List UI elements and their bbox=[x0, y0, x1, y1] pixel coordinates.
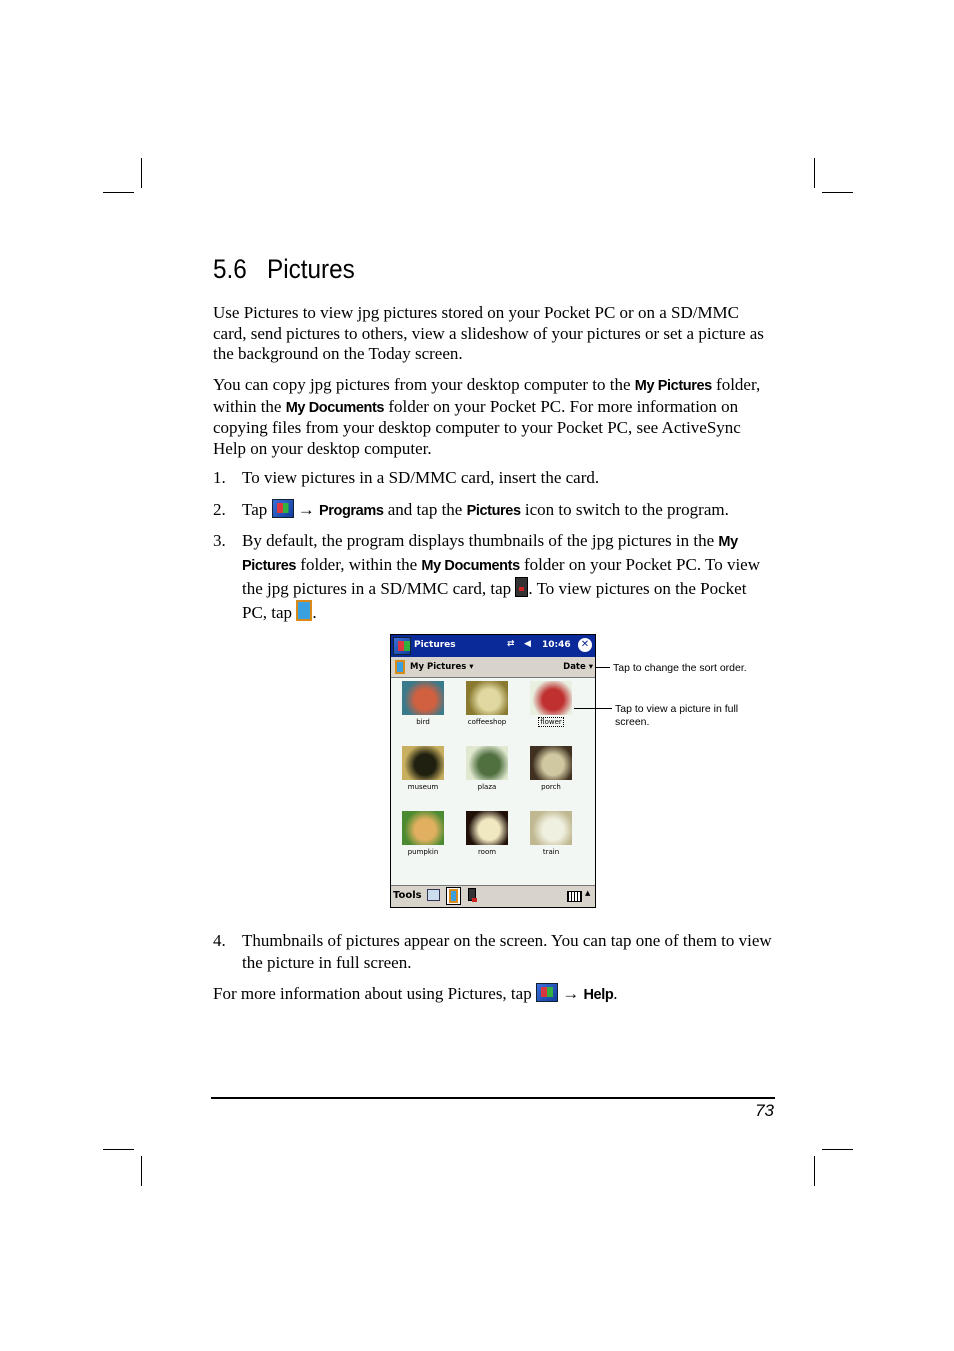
callout-line bbox=[596, 667, 610, 668]
callout-sort: Tap to change the sort order. bbox=[613, 662, 747, 674]
thumbnail-label[interactable]: porch bbox=[519, 783, 583, 791]
thumbnail-museum[interactable] bbox=[402, 746, 444, 780]
help-paragraph: For more information about using Picture… bbox=[213, 983, 618, 1003]
pocket-pc-view-button[interactable] bbox=[446, 887, 461, 905]
folder-bar: My Pictures ▾ Date ▾ bbox=[391, 657, 595, 678]
thumbnail-porch[interactable] bbox=[530, 746, 572, 780]
callout-line bbox=[574, 708, 612, 709]
thumbnail-label[interactable]: train bbox=[519, 848, 583, 856]
footer-rule bbox=[211, 1097, 775, 1099]
thumbnail-label[interactable]: museum bbox=[391, 783, 455, 791]
crop-mark bbox=[814, 1156, 815, 1186]
thumbnail-label[interactable]: coffeeshop bbox=[455, 718, 519, 726]
sort-dropdown[interactable]: Date ▾ bbox=[563, 662, 593, 672]
folder-dropdown[interactable]: My Pictures ▾ bbox=[410, 662, 474, 672]
start-menu-icon[interactable] bbox=[393, 637, 411, 655]
crop-mark bbox=[141, 1156, 142, 1186]
storage-card-icon bbox=[515, 577, 529, 597]
crop-mark bbox=[814, 158, 815, 188]
title-bar: Pictures ⇄ ◀ 10:46 ✕ bbox=[391, 635, 595, 657]
thumbnail-label[interactable]: bird bbox=[391, 718, 455, 726]
crop-mark bbox=[141, 158, 142, 188]
thumbnail-label[interactable]: plaza bbox=[455, 783, 519, 791]
crop-mark bbox=[822, 1149, 853, 1150]
thumbnail-bird[interactable] bbox=[402, 681, 444, 715]
step-4: 4. Thumbnails of pictures appear on the s… bbox=[213, 931, 772, 972]
slideshow-icon[interactable] bbox=[427, 889, 440, 901]
storage-card-icon[interactable] bbox=[468, 888, 477, 902]
thumbnail-room[interactable] bbox=[466, 811, 508, 845]
start-menu-icon bbox=[271, 499, 294, 518]
thumbnail-label[interactable]: room bbox=[455, 848, 519, 856]
thumbnail-train[interactable] bbox=[530, 811, 572, 845]
start-menu-icon bbox=[535, 983, 558, 1002]
thumbnail-pumpkin[interactable] bbox=[402, 811, 444, 845]
tools-menu[interactable]: Tools bbox=[393, 890, 422, 901]
thumbnail-plaza[interactable] bbox=[466, 746, 508, 780]
pocket-pc-icon bbox=[296, 599, 313, 621]
page-number: 73 bbox=[755, 1101, 774, 1120]
copy-paragraph: You can copy jpg pictures from your desk… bbox=[213, 375, 761, 458]
thumbnail-label[interactable]: pumpkin bbox=[391, 848, 455, 856]
intro-paragraph: Use Pictures to view jpg pictures stored… bbox=[213, 303, 764, 363]
close-icon[interactable]: ✕ bbox=[578, 638, 592, 652]
crop-mark bbox=[822, 192, 853, 193]
command-bar: Tools ▲ bbox=[391, 885, 595, 907]
manual-page: 5.6 Pictures Use Pictures to view jpg pic… bbox=[0, 0, 954, 1351]
thumbnail-flower[interactable] bbox=[530, 681, 572, 715]
pictures-screenshot: Pictures ⇄ ◀ 10:46 ✕ My Pictures ▾ Date … bbox=[390, 634, 596, 908]
pocket-pc-icon bbox=[395, 660, 405, 674]
crop-mark bbox=[103, 1149, 134, 1150]
step-1: 1. To view pictures in a SD/MMC card, ins… bbox=[213, 468, 600, 487]
callout-view: Tap to view a picture in full screen. bbox=[615, 703, 739, 728]
input-arrow-icon[interactable]: ▲ bbox=[585, 889, 590, 897]
connectivity-icon[interactable]: ⇄ bbox=[507, 639, 515, 649]
section-heading: 5.6 Pictures bbox=[213, 254, 355, 284]
step-2: 2. Tap → Programs and tap the Pictures ic… bbox=[213, 499, 729, 519]
volume-icon[interactable]: ◀ bbox=[524, 639, 531, 649]
step-3: 3. By default, the program displays thumb… bbox=[213, 531, 760, 622]
thumbnail-coffeeshop[interactable] bbox=[466, 681, 508, 715]
keyboard-icon[interactable] bbox=[567, 891, 582, 902]
crop-mark bbox=[103, 192, 134, 193]
thumbnail-label[interactable]: flower bbox=[519, 717, 583, 727]
